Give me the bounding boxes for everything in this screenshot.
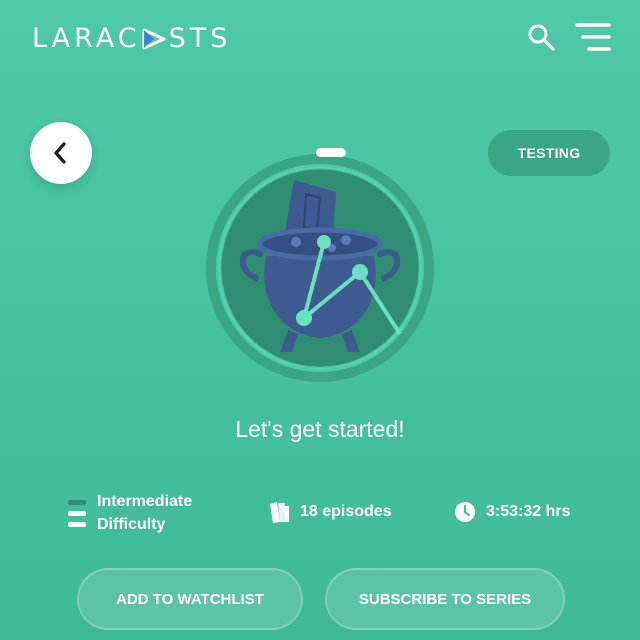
difficulty-stat: Intermediate Difficulty — [68, 490, 192, 536]
paper-plane-icon — [142, 28, 166, 50]
add-to-watchlist-button[interactable]: ADD TO WATCHLIST — [77, 568, 303, 630]
series-duration: 3:53:32 hrs — [486, 503, 571, 520]
difficulty-level-icon — [68, 498, 86, 528]
subscribe-to-series-button[interactable]: SUBSCRIBE TO SERIES — [325, 568, 565, 630]
series-progress-ring — [206, 148, 434, 382]
duration-stat: 3:53:32 hrs — [454, 500, 571, 524]
app-header: LARAC STS — [0, 0, 640, 80]
series-stats: Intermediate Difficulty 18 episodes 3:53… — [0, 488, 640, 538]
difficulty-label: Intermediate Difficulty — [97, 490, 192, 536]
tagline: Let's get started! — [235, 416, 405, 442]
testing-tag-button[interactable]: TESTING — [488, 130, 610, 176]
chevron-left-icon — [54, 142, 66, 164]
progress-marker — [316, 148, 346, 157]
logo-text-right: STS — [168, 22, 232, 54]
back-button[interactable] — [30, 122, 92, 184]
episodes-count: 18 episodes — [300, 503, 392, 520]
search-icon[interactable] — [526, 22, 556, 52]
difficulty-caption: Difficulty — [97, 516, 166, 533]
difficulty-level: Intermediate — [97, 493, 193, 510]
laracasts-logo[interactable]: LARAC STS — [32, 22, 231, 54]
clock-icon — [455, 502, 475, 522]
series-actions: ADD TO WATCHLIST SUBSCRIBE TO SERIES — [0, 568, 640, 630]
episodes-stat: 18 episodes — [268, 500, 392, 524]
logo-text-left: LARAC — [32, 22, 141, 54]
hamburger-menu-icon[interactable] — [574, 20, 612, 54]
books-icon — [270, 502, 289, 523]
